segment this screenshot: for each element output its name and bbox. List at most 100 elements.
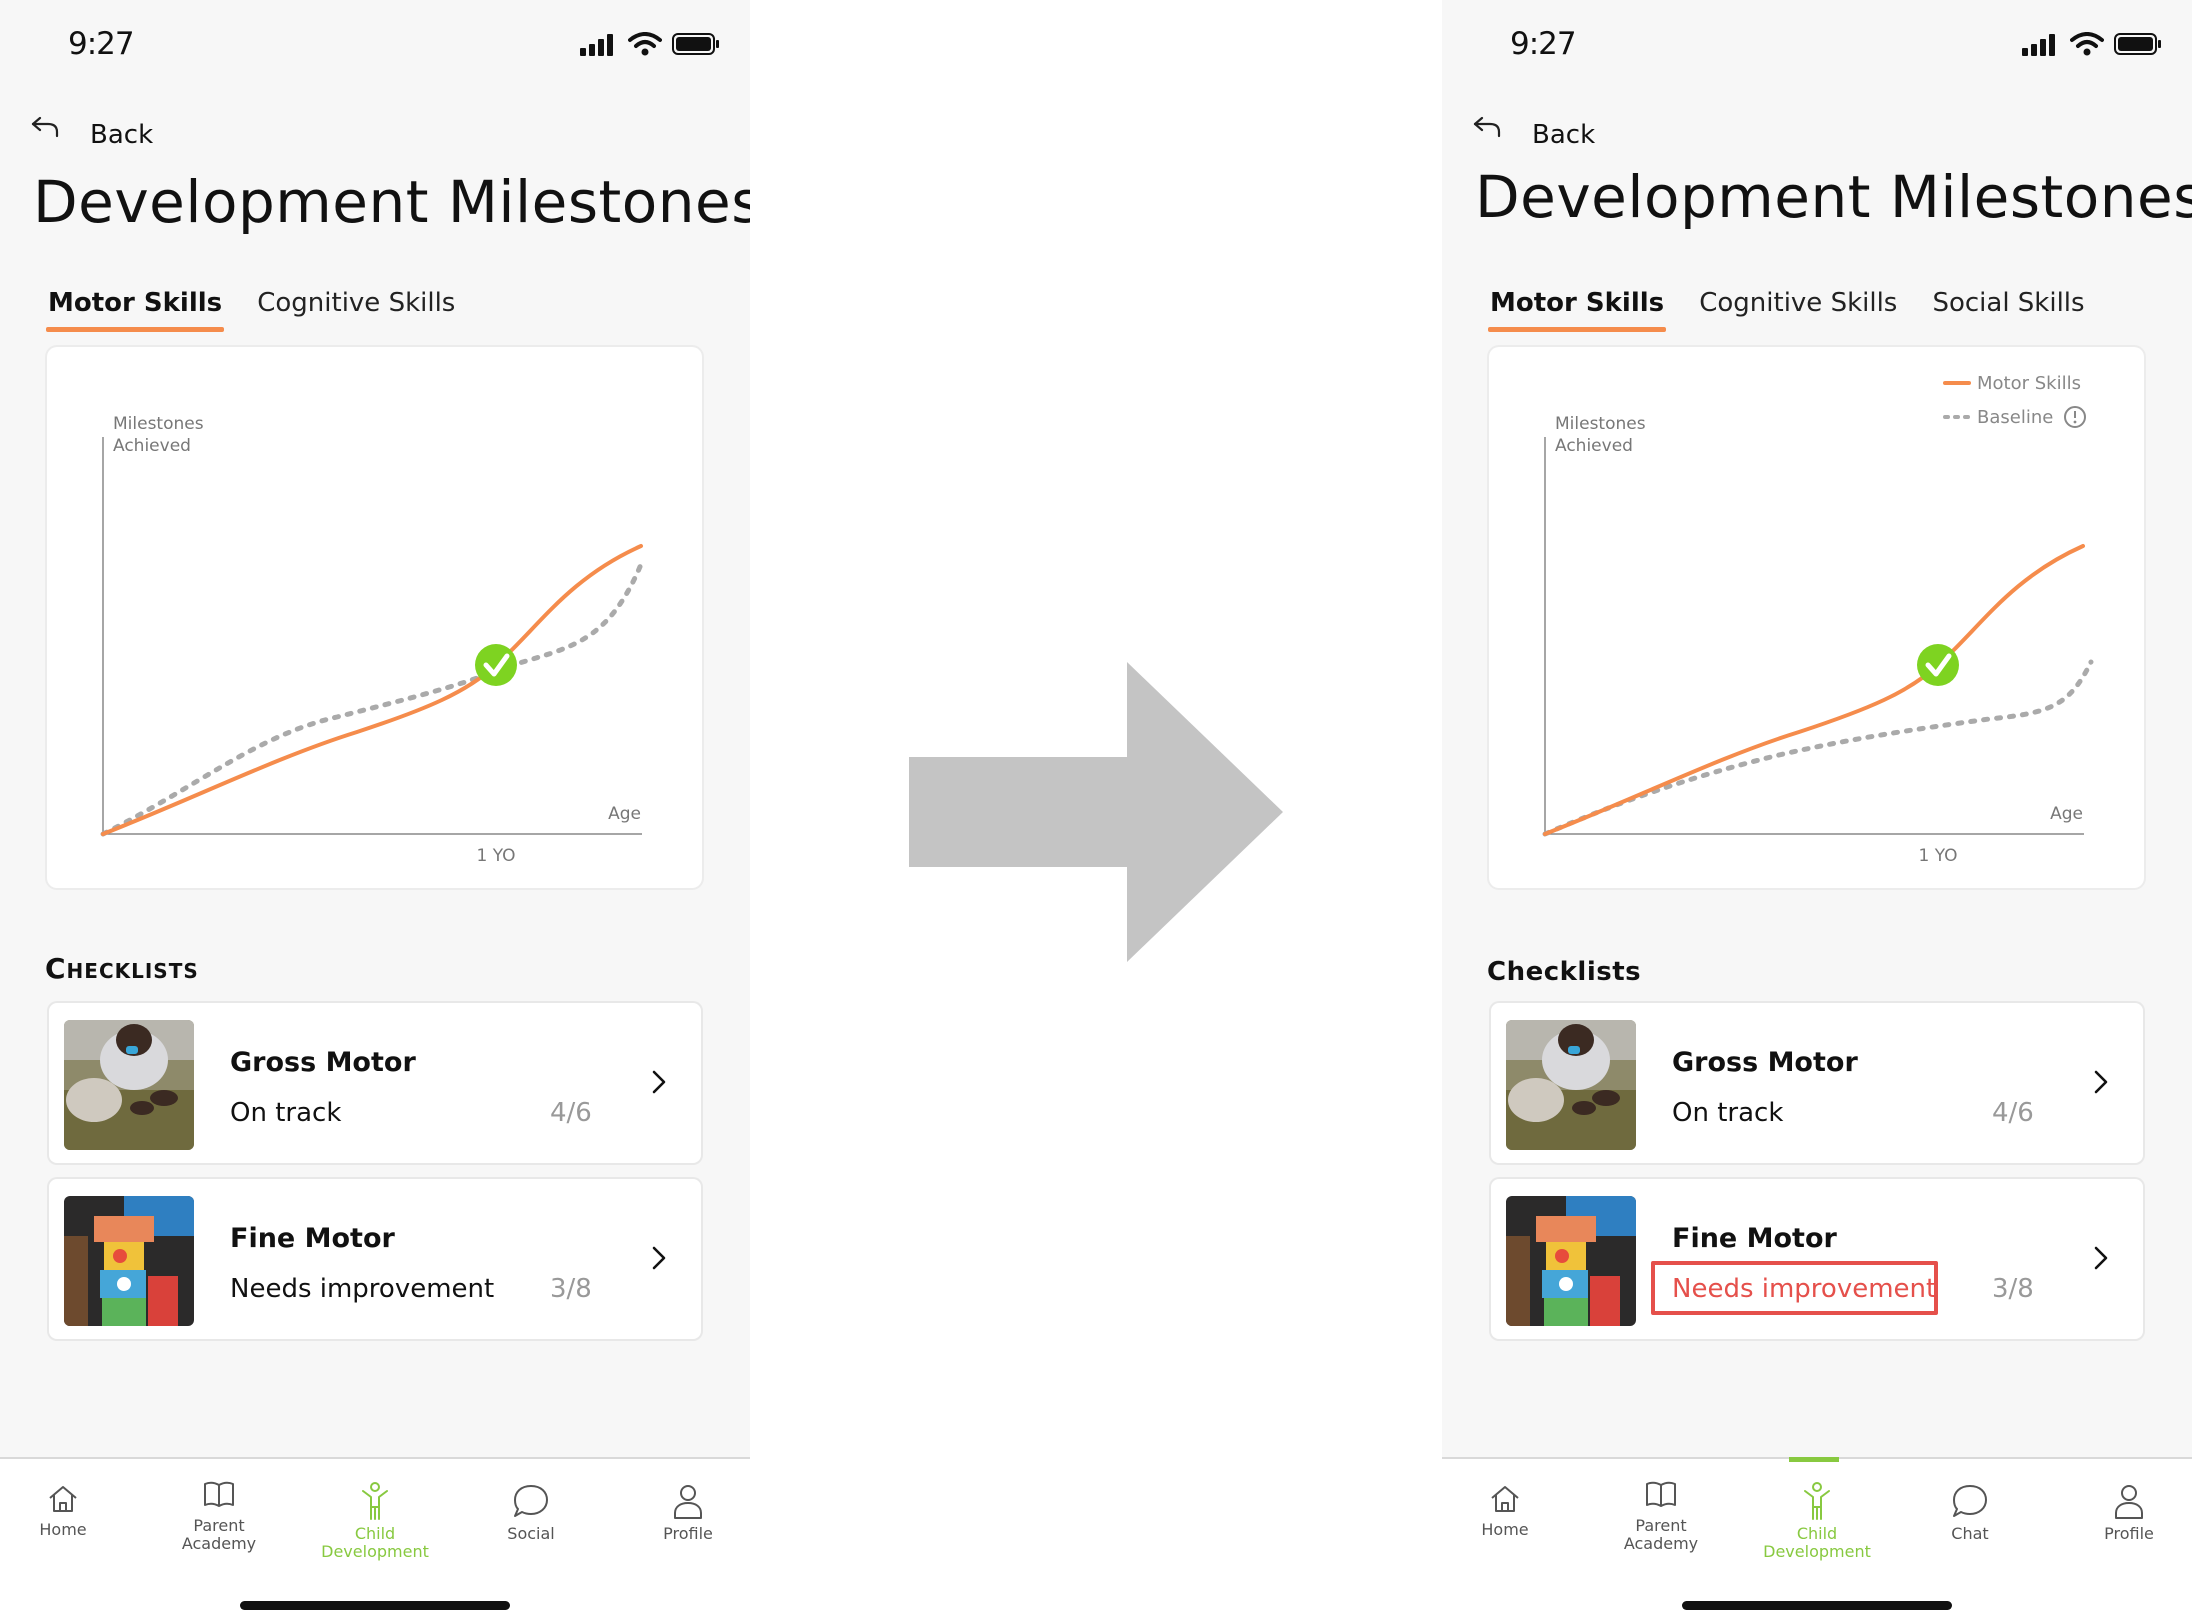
nav-parent-academy[interactable]: Parent Academy	[1586, 1481, 1736, 1553]
book-icon	[204, 1481, 234, 1507]
home-icon	[49, 1486, 77, 1512]
nav-home[interactable]: Home	[1442, 1481, 1580, 1539]
page-title: Development Milestones	[33, 168, 750, 236]
x-tick-label: 1 YO	[1918, 846, 1957, 866]
nav-profile[interactable]: Profile	[2054, 1481, 2192, 1543]
baseline-series-line	[100, 559, 645, 837]
before-screen: 9:27 Back Development Milestones Motor S…	[0, 0, 750, 1624]
child-icon	[1804, 1482, 1830, 1520]
active-tab-indicator	[1789, 1457, 1839, 1462]
back-label: Back	[90, 120, 154, 150]
chevron-right-icon	[2094, 1246, 2108, 1270]
home-icon	[1491, 1486, 1519, 1512]
checklist-title: Gross Motor	[230, 1047, 416, 1078]
chevron-right-icon	[2094, 1070, 2108, 1094]
checklist-status: On track	[230, 1098, 342, 1128]
wifi-icon	[628, 32, 662, 56]
back-arrow-icon	[1473, 116, 1501, 138]
info-icon[interactable]	[2064, 406, 2086, 428]
checklist-title: Fine Motor	[230, 1223, 395, 1254]
bottom-nav: Home Parent Academy Child Development Ch…	[1442, 1457, 2192, 1624]
fine-motor-thumbnail	[64, 1196, 194, 1326]
battery-icon	[2114, 33, 2161, 55]
checklist-card-fine-motor[interactable]: Fine Motor Needs improvement 3/8	[49, 1179, 701, 1339]
tab-motor-skills[interactable]: Motor Skills	[1487, 288, 1667, 332]
checklist-title: Gross Motor	[1672, 1047, 1858, 1078]
legend-baseline-label: Baseline	[1977, 407, 2053, 428]
status-icons	[580, 30, 720, 60]
nav-child-development[interactable]: Child Development	[300, 1481, 450, 1561]
book-icon	[1646, 1481, 1676, 1507]
tab-motor-skills[interactable]: Motor Skills	[45, 288, 225, 332]
nav-profile-label: Profile	[2104, 1524, 2154, 1543]
x-tick-label: 1 YO	[476, 846, 515, 866]
checklist-card-gross-motor[interactable]: Gross Motor On track 4/6	[49, 1003, 701, 1163]
nav-academy-label: Academy	[1623, 1534, 1699, 1553]
back-label: Back	[1532, 120, 1596, 150]
signal-icon	[580, 34, 613, 56]
nav-home[interactable]: Home	[0, 1481, 138, 1539]
legend-motor-skills-label: Motor Skills	[1977, 373, 2081, 394]
y-axis-label: Milestones	[1555, 414, 1646, 434]
skill-tabs: Motor Skills Cognitive Skills Social Ski…	[1487, 288, 2115, 332]
tab-cognitive-skills[interactable]: Cognitive Skills	[257, 288, 455, 332]
checklist-status: Needs improvement	[230, 1274, 495, 1304]
tab-cognitive-skills[interactable]: Cognitive Skills	[1699, 288, 1897, 332]
nav-development-label: Development	[321, 1542, 429, 1561]
wifi-icon	[2070, 32, 2104, 56]
nav-development-label: Development	[1763, 1542, 1871, 1561]
x-axis-label: Age	[2050, 804, 2083, 824]
checklists-heading: Checklists	[45, 952, 199, 985]
chevron-right-icon	[652, 1070, 666, 1094]
check-icon	[1917, 644, 1959, 686]
person-icon	[2115, 1485, 2143, 1519]
checklist-count: 4/6	[550, 1098, 592, 1128]
checklists-heading: Checklists	[1487, 957, 1642, 987]
check-icon	[475, 644, 517, 686]
chat-bubble-icon	[1953, 1485, 1987, 1517]
fine-motor-thumbnail	[1506, 1196, 1636, 1326]
gross-motor-thumbnail	[64, 1020, 194, 1150]
bottom-nav: Home Parent Academy Child Development So…	[0, 1457, 750, 1624]
battery-icon	[672, 33, 719, 55]
nav-social[interactable]: Social	[456, 1481, 606, 1543]
motor-skills-series-line	[1543, 544, 2085, 836]
nav-parent-academy[interactable]: Parent Academy	[144, 1481, 294, 1553]
baseline-series-line	[1542, 659, 2094, 837]
checklist-card-gross-motor[interactable]: Gross Motor On track 4/6	[1491, 1003, 2143, 1163]
nav-profile[interactable]: Profile	[613, 1481, 750, 1543]
milestone-chart: Motor Skills Baseline Milestones Achieve…	[1489, 347, 2144, 888]
nav-chat[interactable]: Chat	[1895, 1481, 2045, 1543]
status-time: 9:27	[68, 26, 135, 62]
child-icon	[362, 1482, 388, 1520]
nav-parent-label: Parent	[1635, 1516, 1687, 1535]
chevron-right-icon	[652, 1246, 666, 1270]
nav-academy-label: Academy	[181, 1534, 257, 1553]
checklist-title: Fine Motor	[1672, 1223, 1837, 1254]
home-indicator[interactable]	[1682, 1601, 1952, 1610]
home-indicator[interactable]	[240, 1601, 510, 1610]
nav-home-label: Home	[1481, 1520, 1529, 1539]
status-time: 9:27	[1510, 26, 1577, 62]
person-icon	[674, 1485, 702, 1519]
right-arrow-icon	[909, 662, 1283, 962]
checklist-count: 3/8	[1992, 1274, 2034, 1304]
checklist-status: Needs improvement	[1672, 1274, 1937, 1304]
page-title: Development Milestones	[1475, 163, 2192, 231]
nav-child-label: Child	[354, 1524, 396, 1543]
nav-profile-label: Profile	[663, 1524, 713, 1543]
milestone-chart: Milestones Achieved Age 1 YO	[47, 347, 702, 888]
y-axis-label-2: Achieved	[1555, 436, 1633, 456]
checklist-card-fine-motor[interactable]: Fine Motor Needs improvement 3/8	[1491, 1179, 2143, 1339]
after-screen: 9:27 Back Development Milestones Motor S…	[1442, 0, 2192, 1624]
signal-icon	[2022, 34, 2055, 56]
nav-chat-label: Chat	[1951, 1524, 1989, 1543]
checklist-count: 3/8	[550, 1274, 592, 1304]
tab-social-skills[interactable]: Social Skills	[1932, 288, 2084, 332]
nav-child-development[interactable]: Child Development	[1742, 1481, 1892, 1561]
y-axis-label: Milestones	[113, 414, 204, 434]
checklist-count: 4/6	[1992, 1098, 2034, 1128]
nav-parent-label: Parent	[193, 1516, 245, 1535]
checklist-status: On track	[1672, 1098, 1784, 1128]
chat-bubble-icon	[514, 1485, 548, 1517]
